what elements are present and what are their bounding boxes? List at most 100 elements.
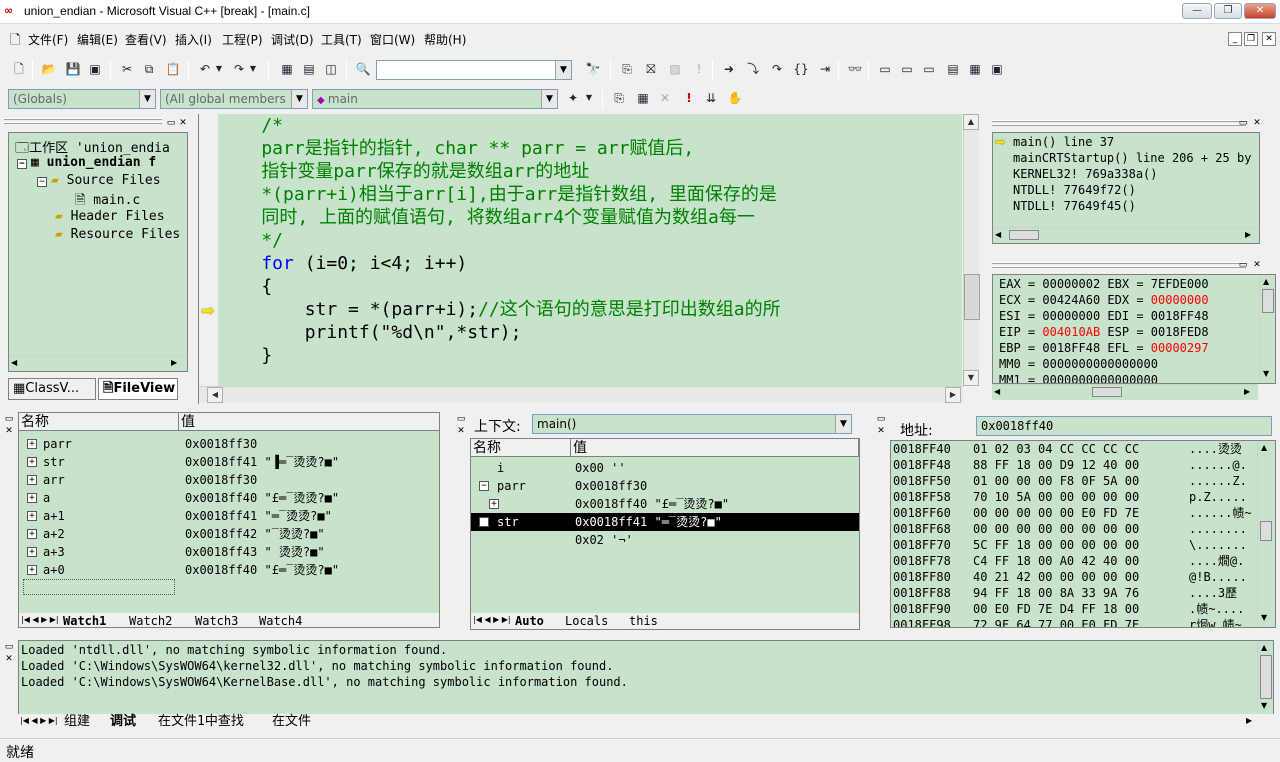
restore-pane-icon[interactable]: ▭: [1238, 118, 1248, 128]
menu-insert[interactable]: 插入(I): [175, 31, 212, 48]
restore-pane-icon[interactable]: ▭: [876, 414, 886, 424]
tab-scroll-icons[interactable]: |◀ ◀ ▶ ▶|: [21, 615, 59, 624]
call-stack-frame[interactable]: KERNEL32! 769a338a(): [1013, 167, 1158, 181]
mdi-restore-button[interactable]: ❐: [1244, 32, 1258, 46]
editor-vscroll[interactable]: ▲ ▼: [963, 114, 980, 386]
code-editor[interactable]: /* parr是指针的指针, char ** parr = arr赋值后, 指针…: [218, 114, 962, 386]
tab-find-in-files-2[interactable]: 在文件: [272, 714, 311, 730]
stop-icon[interactable]: ✕: [656, 89, 674, 107]
step-out-icon[interactable]: {}: [792, 60, 810, 78]
restore-pane-icon[interactable]: ▭: [166, 118, 176, 128]
run-to-cursor-icon[interactable]: ⇥: [816, 60, 834, 78]
close-pane-icon[interactable]: ✕: [1252, 260, 1262, 270]
tree-item-project[interactable]: − ▦ union_endian f: [17, 155, 156, 170]
expand-icon[interactable]: +: [27, 439, 37, 449]
scroll-right-icon[interactable]: ▶: [1246, 716, 1252, 725]
copy-icon[interactable]: ⧉: [140, 60, 158, 78]
disassembly-icon[interactable]: ▣: [988, 60, 1006, 78]
chevron-down-icon[interactable]: ▼: [291, 90, 307, 108]
tab-scroll-icons[interactable]: |◀ ◀ ▶ ▶|: [473, 615, 511, 624]
scroll-right-icon[interactable]: ▶: [945, 387, 961, 403]
menu-window[interactable]: 窗口(W): [370, 31, 415, 48]
tab-watch1[interactable]: Watch1: [63, 613, 106, 627]
function-combo[interactable]: ◆ main ▼: [312, 89, 558, 109]
memory-vscroll[interactable]: ▲ ▼: [1257, 441, 1273, 627]
wizard-action-icon[interactable]: ✦: [564, 89, 582, 107]
scroll-down-icon[interactable]: ▼: [1261, 701, 1267, 710]
output-vscroll[interactable]: ▲ ▼: [1257, 641, 1273, 715]
call-stack-icon[interactable]: ▦: [966, 60, 984, 78]
workspace-hscroll[interactable]: ◀ ▶: [9, 355, 187, 371]
call-stack-frame[interactable]: NTDLL! 77649f72(): [1013, 183, 1136, 197]
close-pane-icon[interactable]: ✕: [1252, 118, 1262, 128]
save-all-icon[interactable]: ▣: [86, 60, 104, 78]
variable-row[interactable]: − str 0x0018ff41 "═̅ 烫烫?■": [471, 513, 859, 531]
redo-icon[interactable]: ↷: [230, 60, 248, 78]
scroll-right-icon[interactable]: ▶: [1244, 387, 1250, 396]
tab-watch3[interactable]: Watch3: [195, 613, 238, 627]
restore-pane-icon[interactable]: ▭: [1238, 260, 1248, 270]
tab-watch4[interactable]: Watch4: [259, 613, 302, 627]
watch-new-entry[interactable]: [23, 579, 175, 595]
scroll-thumb[interactable]: [1009, 230, 1039, 240]
close-pane-icon[interactable]: ✕: [456, 426, 466, 436]
registers-hscroll[interactable]: ◀ ▶: [992, 384, 1258, 400]
wizard-dropdown-icon[interactable]: ▼: [584, 89, 594, 107]
expand-icon[interactable]: +: [27, 475, 37, 485]
stop-build-icon[interactable]: ▨: [666, 60, 684, 78]
build-target-icon[interactable]: ▦: [634, 89, 652, 107]
watch-row[interactable]: + a+1 0x0018ff41 "═̅ 烫烫?■": [19, 507, 439, 525]
variables-header-value[interactable]: 值: [571, 439, 859, 457]
expand-icon[interactable]: +: [27, 457, 37, 467]
variable-row[interactable]: i 0x00 '': [471, 459, 859, 477]
menu-debug[interactable]: 调试(D): [271, 31, 314, 48]
call-stack-frame[interactable]: NTDLL! 77649f45(): [1013, 199, 1136, 213]
find-in-files-icon[interactable]: 🔍: [354, 60, 372, 78]
scroll-up-icon[interactable]: ▲: [1261, 443, 1267, 452]
mdi-close-button[interactable]: ✕: [1262, 32, 1276, 46]
memory-dump[interactable]: 0018FF40 01 02 03 04 CC CC CC CC ....烫烫 001…: [890, 440, 1276, 628]
memory-window-icon[interactable]: ▭: [920, 60, 938, 78]
execute-icon[interactable]: !: [690, 60, 708, 78]
tab-fileview[interactable]: 🗎FileView: [98, 378, 178, 400]
close-pane-icon[interactable]: ✕: [876, 426, 886, 436]
breakpoint-list-icon[interactable]: ⇊: [702, 89, 720, 107]
variables-window-icon[interactable]: ▭: [898, 60, 916, 78]
close-pane-icon[interactable]: ✕: [178, 118, 188, 128]
scroll-down-icon[interactable]: ▼: [1261, 613, 1267, 622]
scroll-left-icon[interactable]: ◀: [994, 387, 1000, 396]
watch-window-icon[interactable]: ▭: [876, 60, 894, 78]
tab-this[interactable]: this: [629, 613, 658, 629]
scroll-right-icon[interactable]: ▶: [171, 358, 177, 367]
step-into-icon[interactable]: ⤵: [744, 60, 762, 78]
scroll-down-icon[interactable]: ▼: [1263, 369, 1269, 378]
step-over-icon[interactable]: ↷: [768, 60, 786, 78]
close-pane-icon[interactable]: ✕: [4, 426, 14, 436]
variable-row[interactable]: − parr 0x0018ff30: [471, 477, 859, 495]
members-combo[interactable]: (All global members ▼: [160, 89, 308, 109]
close-pane-icon[interactable]: ✕: [4, 654, 14, 664]
watch-header-value[interactable]: 值: [179, 413, 439, 431]
scroll-up-icon[interactable]: ▲: [1261, 643, 1267, 652]
expand-icon[interactable]: +: [27, 547, 37, 557]
scroll-thumb[interactable]: [1262, 289, 1274, 313]
go-icon[interactable]: ➜: [720, 60, 738, 78]
tab-scroll-icons[interactable]: |◀ ◀ ▶ ▶|: [20, 716, 58, 725]
expand-icon[interactable]: +: [27, 565, 37, 575]
call-stack-frame[interactable]: main() line 37: [1013, 135, 1114, 149]
watch-row[interactable]: + a 0x0018ff40 "£═̅ 烫烫?■": [19, 489, 439, 507]
context-combo[interactable]: main() ▼: [532, 414, 852, 434]
scroll-right-icon[interactable]: ▶: [1245, 230, 1251, 239]
tab-locals[interactable]: Locals: [565, 613, 608, 629]
redo-dropdown-icon[interactable]: ▼: [248, 60, 258, 78]
scroll-thumb[interactable]: [964, 274, 980, 320]
scroll-left-icon[interactable]: ◀: [995, 230, 1001, 239]
scroll-thumb[interactable]: [1260, 655, 1272, 699]
restore-button[interactable]: ❐: [1214, 3, 1242, 19]
menu-view[interactable]: 查看(V): [125, 31, 167, 48]
watch-row[interactable]: + a+0 0x0018ff40 "£═̅ 烫烫?■": [19, 561, 439, 579]
watch-row[interactable]: + a+2 0x0018ff42 "̅ 烫烫?■": [19, 525, 439, 543]
chevron-down-icon[interactable]: ▼: [835, 415, 851, 433]
minimize-button[interactable]: —: [1182, 3, 1212, 19]
restore-pane-icon[interactable]: ▭: [4, 642, 14, 652]
